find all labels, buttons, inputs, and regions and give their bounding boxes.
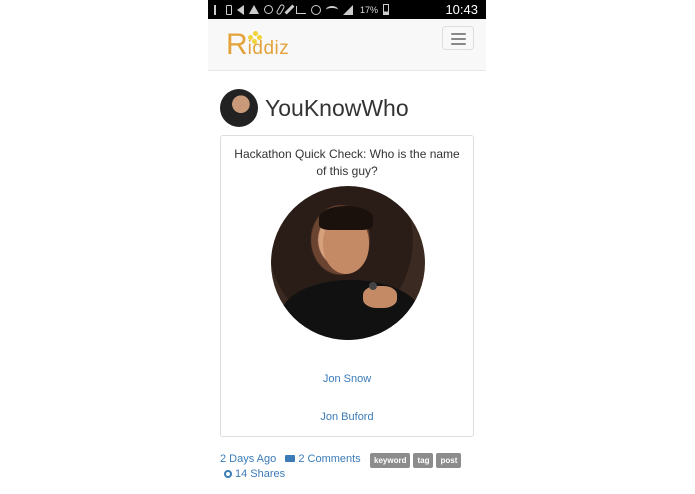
mute-icon [296,5,306,14]
navbar: R iddiz [208,19,486,71]
volume-icon [237,4,244,15]
question-text: Hackathon Quick Check: Who is the name o… [234,147,460,178]
signal-icon [343,4,353,15]
tag-list: keyword tag post [370,453,462,468]
battery-icon [383,4,390,15]
app-icon [249,5,259,14]
avatar[interactable] [220,89,258,127]
menu-toggle-button[interactable] [442,26,474,50]
time-ago-link[interactable]: 2 Days Ago [220,453,276,465]
wifi-icon [326,5,338,14]
answer-option[interactable]: Jon Snow [221,373,473,385]
user-header: YouKnowWho [220,89,409,127]
share-icon [224,470,232,478]
notification-icons: 17% [208,3,445,16]
tag-badge[interactable]: post [436,453,462,468]
shares-link[interactable]: 14 Shares [235,468,285,480]
comment-icon [285,455,296,462]
clock: 10:43 [445,2,478,17]
alarm-icon [311,4,321,15]
attachment-icon [275,3,286,16]
usb-icon [214,4,221,15]
edit-icon [284,4,295,15]
logo-dots-icon [248,31,262,45]
battery-percent: 17% [360,4,379,15]
comments-link[interactable]: 2 Comments [298,453,360,465]
tag-badge[interactable]: keyword [370,453,411,468]
riddle-card: Hackathon Quick Check: Who is the name o… [220,135,474,437]
tag-badge[interactable]: tag [413,453,434,468]
status-bar: 17% 10:43 [208,0,486,19]
app-screen: 17% 10:43 R iddiz YouKnowWho Hackathon Q… [208,0,486,494]
device-icon [226,4,232,15]
logo-initial: R [226,28,248,61]
user-name[interactable]: YouKnowWho [265,95,409,122]
answer-option[interactable]: Jon Buford [221,411,473,423]
sync-icon [264,5,273,14]
riddle-photo [271,186,425,340]
hamburger-icon [451,33,466,35]
riddiz-logo[interactable]: R iddiz [226,28,289,60]
